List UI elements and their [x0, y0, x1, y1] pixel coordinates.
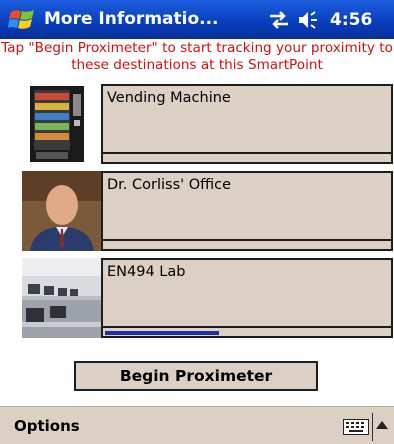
- computer-lab-photo: [22, 258, 101, 338]
- menu-separator: [372, 413, 373, 441]
- clock[interactable]: 4:56: [330, 10, 372, 30]
- status-area: 4:56: [268, 0, 372, 39]
- proximity-meter: [103, 239, 391, 249]
- person-portrait-photo: [22, 171, 101, 251]
- proximity-meter: [103, 326, 391, 336]
- window-title: More Informatio...: [44, 9, 219, 29]
- keyboard-icon[interactable]: [343, 419, 369, 435]
- menu-bar: Options: [0, 406, 394, 444]
- destination-panel[interactable]: Vending Machine: [101, 84, 393, 164]
- destination-name: EN494 Lab: [107, 264, 186, 280]
- destination-name: Dr. Corliss' Office: [107, 177, 232, 193]
- destination-item[interactable]: Vending Machine: [22, 84, 393, 164]
- destination-panel[interactable]: EN494 Lab: [101, 258, 393, 338]
- options-menu[interactable]: Options: [14, 407, 80, 444]
- destination-name: Vending Machine: [107, 90, 231, 106]
- destination-item[interactable]: EN494 Lab: [22, 258, 393, 338]
- speaker-icon[interactable]: [298, 10, 318, 29]
- destination-item[interactable]: Dr. Corliss' Office: [22, 171, 393, 251]
- connectivity-icon[interactable]: [268, 10, 290, 29]
- title-bar: More Informatio... 4:56: [0, 0, 394, 39]
- proximity-meter: [103, 152, 391, 162]
- vending-machine-photo: [22, 84, 101, 164]
- destination-panel[interactable]: Dr. Corliss' Office: [101, 171, 393, 251]
- proximity-meter-fill: [105, 331, 219, 335]
- windows-start-icon[interactable]: [8, 6, 38, 34]
- instruction-text: Tap "Begin Proximeter" to start tracking…: [1, 40, 393, 73]
- begin-proximeter-button[interactable]: Begin Proximeter: [74, 361, 318, 391]
- up-arrow-icon[interactable]: [376, 421, 388, 429]
